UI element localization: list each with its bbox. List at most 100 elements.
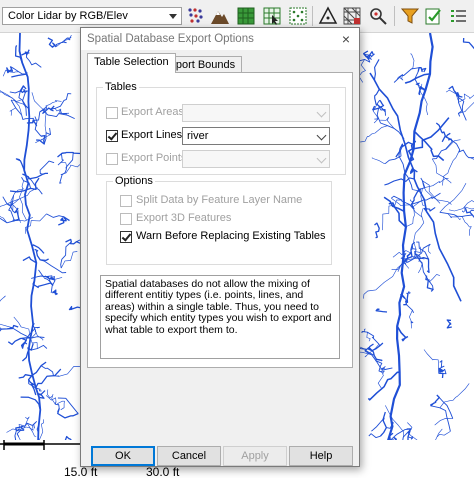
river-line xyxy=(16,429,25,437)
river-line xyxy=(21,49,30,56)
magnify-point-icon[interactable] xyxy=(368,6,388,26)
tab-table-selection[interactable]: Table Selection xyxy=(87,53,176,73)
river-line xyxy=(413,117,450,150)
river-line xyxy=(431,158,452,184)
river-line xyxy=(442,149,460,186)
river-line xyxy=(368,433,381,439)
river-line xyxy=(375,308,388,313)
river-line xyxy=(464,207,474,219)
export-options-dialog: Spatial Database Export Options × Table … xyxy=(80,27,360,467)
river-line xyxy=(380,116,395,129)
render-dots-icon[interactable] xyxy=(186,6,206,26)
river-line xyxy=(39,160,55,175)
tables-group-label: Tables xyxy=(103,81,139,93)
funnel-icon[interactable] xyxy=(400,6,420,26)
river-line xyxy=(9,107,16,116)
chevron-down-icon[interactable] xyxy=(169,14,177,19)
export-3d-checkbox[interactable] xyxy=(120,213,132,225)
river-line xyxy=(47,37,57,48)
river-line xyxy=(21,421,37,429)
triangle-icon[interactable] xyxy=(318,6,338,26)
warn-replace-checkbox[interactable] xyxy=(120,231,132,243)
river-line xyxy=(461,216,472,236)
export-areas-select[interactable] xyxy=(182,104,330,122)
river-line xyxy=(22,90,28,116)
split-data-label: Split Data by Feature Layer Name xyxy=(136,194,303,206)
river-line xyxy=(434,418,453,426)
river-line xyxy=(363,260,406,299)
help-button[interactable]: Help xyxy=(289,446,353,466)
export-areas-checkbox[interactable] xyxy=(106,107,118,119)
river-line xyxy=(439,383,470,408)
mountain-icon[interactable] xyxy=(210,6,230,26)
river-line xyxy=(409,310,414,329)
checklist-icon[interactable] xyxy=(448,6,468,26)
river-line xyxy=(371,157,386,165)
river-line xyxy=(45,395,57,402)
grid-select-icon[interactable] xyxy=(262,6,282,26)
export-lines-select[interactable]: river xyxy=(182,127,330,145)
info-text: Spatial databases do not allow the mixin… xyxy=(100,275,340,359)
split-data-checkbox[interactable] xyxy=(120,195,132,207)
river-line xyxy=(21,343,34,362)
river-line xyxy=(15,158,25,171)
river-line xyxy=(57,152,66,166)
close-icon[interactable]: × xyxy=(337,30,355,48)
export-areas-label: Export Areas: xyxy=(121,106,188,118)
river-line xyxy=(0,324,19,332)
river-line xyxy=(51,289,58,296)
chevron-down-icon xyxy=(316,130,327,141)
river-line xyxy=(60,241,72,269)
river-line xyxy=(436,431,451,438)
river-line xyxy=(403,243,431,263)
mesh-icon[interactable] xyxy=(342,6,362,26)
options-group-label: Options xyxy=(113,175,155,187)
river-line xyxy=(396,325,409,342)
river-line xyxy=(19,85,27,94)
river-line xyxy=(20,396,41,410)
grid-green-icon[interactable] xyxy=(236,6,256,26)
river-line xyxy=(31,344,48,351)
cancel-button[interactable]: Cancel xyxy=(157,446,221,466)
river-line xyxy=(413,130,445,162)
export-points-select[interactable] xyxy=(182,150,330,168)
river-line xyxy=(35,368,62,388)
river-line xyxy=(417,67,427,73)
edit-check-icon[interactable] xyxy=(424,6,444,26)
export-lines-checkbox[interactable] xyxy=(106,130,118,142)
river-line xyxy=(369,72,462,302)
river-line xyxy=(446,319,452,329)
river-line xyxy=(448,85,463,98)
export-points-label: Export Points: xyxy=(121,152,190,164)
river-line xyxy=(0,295,6,302)
ok-button[interactable]: OK xyxy=(91,446,155,466)
river-line xyxy=(416,241,429,260)
dialog-titlebar[interactable]: Spatial Database Export Options × xyxy=(81,28,359,50)
river-line xyxy=(377,372,384,389)
river-line xyxy=(422,180,452,205)
export-points-checkbox[interactable] xyxy=(106,153,118,165)
chevron-down-icon xyxy=(316,107,327,118)
river-line xyxy=(361,330,381,347)
river-line xyxy=(427,274,441,283)
river-line xyxy=(25,54,42,68)
river-line xyxy=(374,222,380,239)
river-line xyxy=(406,304,415,313)
river-line xyxy=(54,107,70,114)
export-lines-value: river xyxy=(187,130,209,142)
layer-select[interactable]: Color Lidar by RGB/Elev xyxy=(2,7,182,25)
river-line xyxy=(54,401,60,409)
river-line xyxy=(410,53,415,70)
export-lines-label: Export Lines: xyxy=(121,129,186,141)
river-line xyxy=(58,366,82,377)
river-line xyxy=(20,337,28,349)
river-line xyxy=(18,33,42,446)
river-line xyxy=(379,411,388,437)
river-line xyxy=(373,59,380,81)
river-line xyxy=(46,213,64,218)
apply-button[interactable]: Apply xyxy=(223,446,287,466)
toolbar-separator xyxy=(394,6,395,26)
river-line xyxy=(58,216,70,226)
chevron-down-icon xyxy=(316,153,327,164)
dotted-grid-icon[interactable] xyxy=(288,6,308,26)
